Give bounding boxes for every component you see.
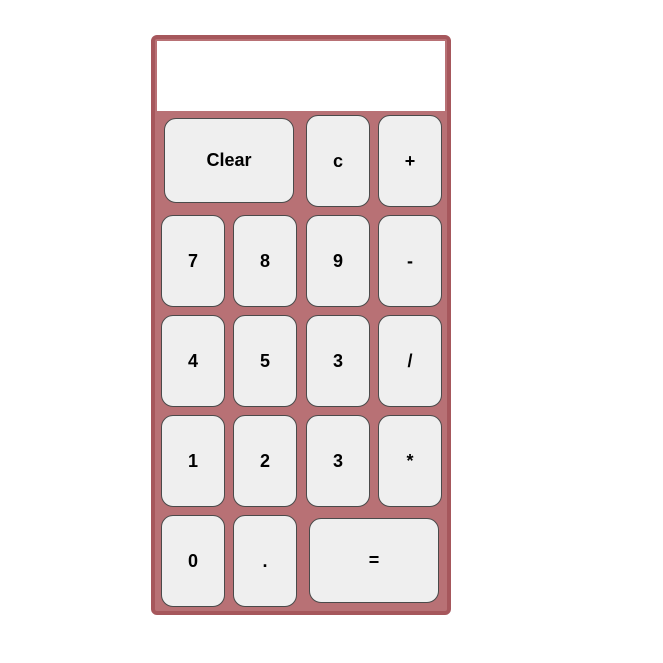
divide-button[interactable]: / <box>378 315 442 407</box>
multiply-button[interactable]: * <box>378 415 442 507</box>
calculator: Clear c + 7 8 9 - 4 5 3 / 1 2 3 * 0 . = <box>151 35 451 615</box>
clear-button[interactable]: Clear <box>164 118 294 203</box>
minus-button[interactable]: - <box>378 215 442 307</box>
digit-5-button[interactable]: 5 <box>233 315 297 407</box>
digit-0-button[interactable]: 0 <box>161 515 225 607</box>
display-field[interactable] <box>157 41 445 111</box>
c-button[interactable]: c <box>306 115 370 207</box>
digit-4-button[interactable]: 4 <box>161 315 225 407</box>
equals-button[interactable]: = <box>309 518 439 603</box>
digit-1-button[interactable]: 1 <box>161 415 225 507</box>
digit-2-button[interactable]: 2 <box>233 415 297 507</box>
digit-9-button[interactable]: 9 <box>306 215 370 307</box>
digit-8-button[interactable]: 8 <box>233 215 297 307</box>
digit-3-button[interactable]: 3 <box>306 315 370 407</box>
plus-button[interactable]: + <box>378 115 442 207</box>
digit-7-button[interactable]: 7 <box>161 215 225 307</box>
decimal-point-button[interactable]: . <box>233 515 297 607</box>
digit-3-button-second[interactable]: 3 <box>306 415 370 507</box>
